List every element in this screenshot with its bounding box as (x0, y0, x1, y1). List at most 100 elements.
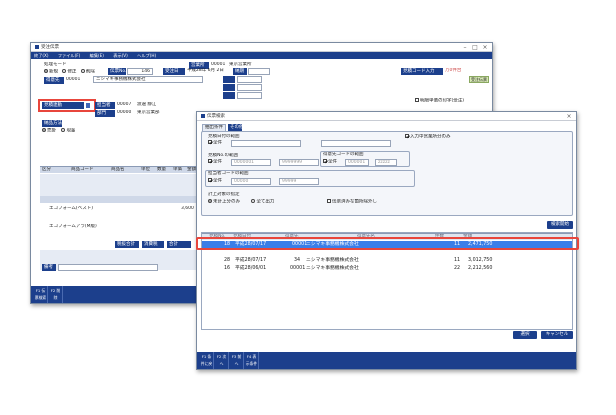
item-grid-subheader (40, 174, 200, 196)
customer-from-field[interactable]: 000001 (345, 159, 369, 166)
search-start-button[interactable]: 検索開始 (547, 221, 573, 229)
skip-posted-option[interactable]: 伝票済みな箇所除外し (327, 199, 377, 206)
minimize-icon[interactable]: – (460, 43, 470, 52)
item-row-qty: 3,600 (181, 206, 194, 211)
fkey-back-to-criteria[interactable]: F1 条件に戻る (200, 352, 214, 369)
rep-all-option[interactable]: 全件 (208, 178, 222, 185)
menu-item-exit[interactable]: 終了(X) (34, 53, 49, 58)
delivery-label: 納期 (233, 68, 247, 75)
maximize-icon[interactable]: □ (470, 43, 480, 52)
print-option-checkbox[interactable] (415, 98, 419, 102)
customer-all-option[interactable]: 全件 (323, 159, 337, 166)
table-row[interactable]: 16 平成28/06/01 00001 ニシマキ事務機株式会社 22 2,212… (202, 265, 572, 273)
row-count: 22 (454, 266, 461, 271)
date-to-field[interactable] (321, 140, 391, 147)
table-row[interactable]: 28 平成28/07/17 34 ニシマキ事務機株式会社 11 3,012,75… (202, 257, 572, 265)
rep-to-field[interactable]: 99999 (279, 178, 319, 185)
slip-no-field[interactable]: 146 (127, 68, 153, 75)
row-amount: 2,212,560 (468, 266, 493, 271)
item-grid-band (40, 196, 200, 203)
total-label: 税抜合計 (115, 241, 139, 248)
dialog-icon (201, 113, 205, 118)
dept-label: 部門 (95, 110, 115, 117)
target-all-radio[interactable] (251, 199, 256, 203)
dialog-titlebar: 伝票検索 (197, 112, 576, 121)
customer-code: 00001 (66, 77, 81, 82)
row-date: 平成28/06/01 (235, 266, 267, 271)
item-col-qty: 数量 (157, 167, 166, 172)
slip-to-field[interactable]: 9999999 (279, 159, 319, 166)
skip-posted-checkbox[interactable] (327, 199, 331, 203)
office-only-checkbox[interactable] (405, 134, 409, 138)
target-all-label: 全て出力 (256, 199, 275, 205)
fkey-prev[interactable]: F3 前へ (230, 352, 244, 369)
tax-mode-a-radio[interactable] (42, 128, 46, 132)
dialog-close-icon[interactable]: × (564, 112, 574, 121)
order-date-label: 受注日 (163, 68, 185, 75)
mode-delete-radio[interactable] (80, 69, 85, 73)
slip-all-checkbox[interactable] (208, 159, 212, 163)
mode-new-label: 新規 (49, 69, 58, 75)
customer-all-checkbox[interactable] (323, 159, 327, 163)
menu-item-edit[interactable]: 編集(E) (90, 53, 104, 58)
customer-name-field[interactable]: ニシマキ事務機株式会社 (93, 76, 203, 83)
row-name: ニシマキ事務機株式会社 (306, 258, 359, 263)
delivery-field[interactable] (248, 68, 270, 75)
rep-all-checkbox[interactable] (208, 178, 212, 182)
customer-to-field[interactable]: zzzzz (375, 159, 397, 166)
fkey-display-criteria[interactable]: F4 表示条件 (245, 352, 259, 369)
app-icon (35, 44, 39, 49)
close-icon[interactable]: × (480, 43, 490, 52)
date-from-field[interactable] (231, 140, 301, 147)
memo-field[interactable] (58, 264, 158, 271)
window-title: 受注伝票 (41, 45, 59, 50)
table-row[interactable] (202, 249, 572, 257)
tax-mode-a-label: 売掛 (47, 128, 56, 134)
tax-label: 納品方法 (42, 120, 62, 127)
fkey-delete[interactable]: F2 削除 (49, 286, 63, 303)
dept-name: 東京営業部 (137, 110, 160, 115)
date-all-checkbox[interactable] (208, 140, 212, 144)
field-label-c (223, 92, 235, 99)
field-label-b (223, 84, 235, 91)
rep-label: 担当者 (95, 102, 115, 109)
tax-mode-b-radio[interactable] (61, 128, 66, 132)
item-row-name: エコフォーム(ベスト) (49, 206, 93, 211)
row-no: 28 (224, 258, 231, 263)
print-option[interactable]: 明細単価の印字(受注) (415, 98, 464, 105)
fkey-next[interactable]: F2 次へ (215, 352, 229, 369)
cancel-button[interactable]: キャンセル (541, 331, 573, 339)
menu-item-help[interactable]: ヘルプ(H) (137, 53, 156, 58)
mode-edit-radio[interactable] (62, 69, 67, 73)
select-button[interactable]: 選択 (513, 331, 537, 339)
rep-from-field[interactable]: 00000 (231, 178, 271, 185)
fkey-search[interactable]: F1 伝票検索 (34, 286, 48, 303)
target-unposted-label: 未計上分のみ (213, 199, 240, 205)
slip-no-label: 伝票No. (108, 68, 126, 75)
rep-all-label: 全件 (213, 178, 222, 184)
target-unposted-radio[interactable] (208, 199, 212, 203)
dialog-title: 伝票検索 (207, 114, 225, 119)
field-b[interactable] (237, 84, 262, 91)
process-mode-label: 処理モード (44, 62, 67, 67)
menu-item-view[interactable]: 表示(V) (113, 53, 128, 58)
field-a[interactable] (237, 76, 262, 83)
slip-all-option[interactable]: 全件 (208, 159, 222, 166)
item-col-unit: 単位 (141, 167, 150, 172)
criteria-tab-other[interactable]: その他 (228, 124, 242, 131)
estimate-ref-highlight (38, 99, 96, 112)
row-date: 平成28/07/17 (235, 258, 267, 263)
slip-from-field[interactable]: 0000001 (231, 159, 271, 166)
office-only-option[interactable]: 入力中営業所分のみ (405, 134, 451, 141)
menu-item-file[interactable]: ファイル(F) (58, 53, 80, 58)
target-label: 計上対象の指定 (208, 192, 240, 197)
rep-code: 00007 (117, 102, 132, 107)
mode-new-radio[interactable] (44, 69, 48, 73)
order-date-value[interactable]: 平成28年 6月 2日 (187, 68, 224, 74)
row-code: 00001 (290, 266, 306, 271)
memo-label: 備考 (42, 264, 56, 271)
item-col-price: 単価 (173, 167, 182, 172)
field-c[interactable] (237, 92, 262, 99)
mode-radio-group: 新規 修正 削除 (44, 69, 95, 76)
date-all-option[interactable]: 全件 (208, 140, 222, 147)
